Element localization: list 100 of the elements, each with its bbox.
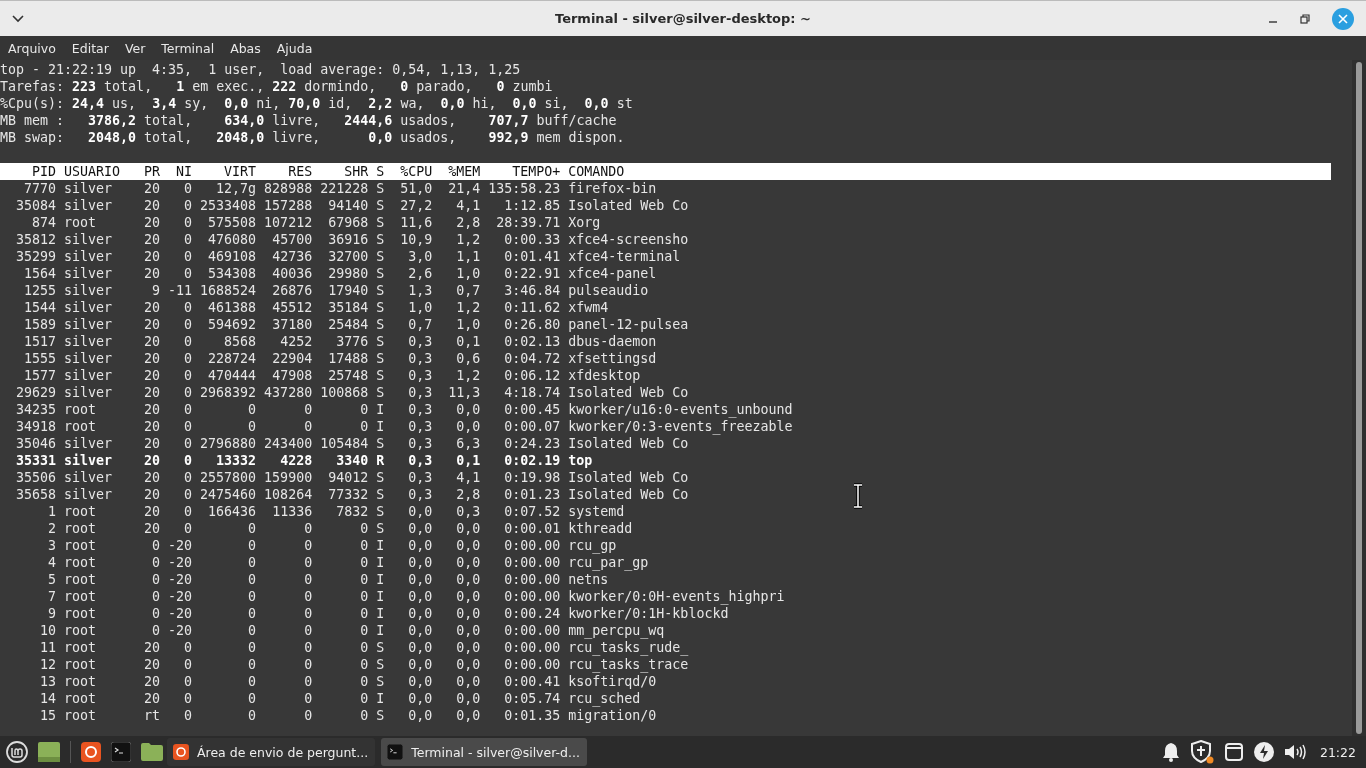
table-cell-text: 3 [47, 537, 57, 554]
table-cell-text: 0,0 [407, 588, 433, 605]
table-cell-text: 2,8 [455, 214, 481, 231]
table-cell-text: 0 [183, 248, 193, 265]
table-cell: xfdesktop [568, 367, 641, 384]
table-cell-text: 0,0 [455, 520, 481, 537]
table-cell-text: S [375, 673, 385, 690]
table-cell-text: 0,3 [407, 435, 433, 452]
table-cell-text: S [375, 214, 385, 231]
table-cell-text: root [64, 571, 98, 588]
terminal-icon[interactable] [111, 742, 131, 762]
summary-line: MB mem : 3786,2 total, 634,0 livre, 2444,6 usados, 707,7 buff/cache [0, 112, 617, 129]
restore-icon[interactable] [1300, 13, 1310, 24]
table-cell-text: 17488 [327, 350, 369, 367]
table-cell-text: 20 [143, 367, 161, 384]
table-cell-text: 0 [303, 707, 313, 724]
menu-item[interactable]: Ajuda [276, 40, 313, 56]
table-cell-text: 0 [303, 418, 313, 435]
table-cell-text: 1,2 [455, 299, 481, 316]
table-cell-text: 11,6 [399, 214, 433, 231]
table-cell-text: 243400 [263, 435, 313, 452]
folder-icon[interactable] [141, 743, 163, 761]
table-cell-text: S [375, 367, 385, 384]
table-cell-text: root [64, 690, 98, 707]
table-cell-text: 0:07.52 [503, 503, 561, 520]
table-cell: panel-12-pulsea [568, 316, 689, 333]
menu-item[interactable]: Editar [71, 40, 109, 56]
shield-icon[interactable] [1189, 740, 1214, 764]
table-cell-text: 0 [183, 469, 193, 486]
table-cell-text: 0:00.41 [503, 673, 561, 690]
menu-item[interactable]: Terminal [161, 40, 215, 56]
table-cell: migration/0 [568, 707, 657, 724]
table-cell-text: 0 [303, 656, 313, 673]
summary-line: top - 21:22:19 up 4:35, 1 user, load average: 0,54, 1,13, 1,25 [0, 61, 521, 78]
table-cell-text: 874 [31, 214, 57, 231]
table-cell-text: 0 [151, 571, 161, 588]
table-cell-text: 0,0 [407, 656, 433, 673]
table-cell-text: 4:18.74 [503, 384, 561, 401]
table-cell-text: -20 [167, 571, 193, 588]
table-cell-text: 0:00.33 [503, 231, 561, 248]
menu-item[interactable]: Arquivo [8, 40, 56, 56]
table-cell-text: 594692 [207, 316, 257, 333]
table-cell-text: 1,0 [455, 316, 481, 333]
table-cell-text: 0 [183, 418, 193, 435]
taskbar-window-button[interactable]: Área de envio de pergunt... [167, 738, 376, 766]
browser-icon[interactable] [81, 742, 101, 762]
table-cell-text: root [64, 214, 98, 231]
table-cell-text: 20 [143, 248, 161, 265]
table-cell: pulseaudio [568, 282, 649, 299]
table-cell-text: S [375, 503, 385, 520]
clock[interactable]: 21:22 [1319, 744, 1356, 760]
scrollbar-thumb[interactable] [1356, 62, 1362, 734]
table-cell-text: S [375, 282, 385, 299]
table-cell: top [568, 452, 593, 469]
table-cell-text: 2968392 [199, 384, 257, 401]
mint-logo-icon[interactable] [6, 741, 28, 763]
table-cell-text: 20 [143, 418, 161, 435]
table-cell-text: 1255 [23, 282, 57, 299]
table-cell-text: 0 [359, 401, 369, 418]
column-header: RES [287, 163, 313, 180]
table-cell-text: 94012 [327, 469, 369, 486]
table-cell-text: 0 [247, 690, 257, 707]
table-cell: Isolated Web Co [568, 384, 689, 401]
table-cell: mm_percpu_wq [568, 622, 665, 639]
table-cell-text: 1544 [23, 299, 57, 316]
menu-item[interactable]: Ver [124, 40, 146, 56]
table-cell-text: 0,0 [407, 605, 433, 622]
lightning-icon[interactable] [1253, 742, 1274, 762]
table-cell-text: 7770 [23, 180, 57, 197]
window-title: Terminal - silver@silver-desktop: ~ [555, 11, 811, 26]
table-cell-text: 1,3 [407, 282, 433, 299]
table-cell-text: 20 [143, 231, 161, 248]
taskbar-window-button[interactable]: Terminal - silver@silver-d... [381, 738, 587, 766]
table-cell-text: 0:00.00 [503, 656, 561, 673]
summary-line: MB swap: 2048,0 total, 2048,0 livre, 0,0 usados, 992,9 mem dispon. [0, 129, 625, 146]
terminal-icon [387, 744, 404, 760]
table-cell-text: 0 [183, 639, 193, 656]
scrollbar[interactable] [1352, 60, 1366, 736]
chevron-down-icon[interactable] [11, 14, 25, 23]
table-cell-text: root [64, 520, 98, 537]
bell-icon[interactable] [1161, 742, 1180, 762]
table-cell-text: 2,8 [455, 486, 481, 503]
table-cell-text: 0 [359, 673, 369, 690]
table-cell: systemd [568, 503, 625, 520]
table-cell-text: I [375, 554, 385, 571]
table-cell-text: 20 [143, 333, 161, 350]
menu-item[interactable]: Abas [230, 40, 261, 56]
table-cell-text: 13332 [215, 452, 257, 469]
table-cell-text: 0 [359, 605, 369, 622]
table-cell-text: silver [64, 486, 114, 503]
table-cell: xfce4-panel [568, 265, 657, 282]
table-cell-text: 0 [183, 435, 193, 452]
table-cell-text: 0 [303, 690, 313, 707]
close-icon[interactable] [1332, 7, 1354, 30]
table-cell-text: 0 [183, 690, 193, 707]
volume-icon[interactable] [1283, 743, 1306, 761]
table-cell-text: 1,0 [407, 299, 433, 316]
window-icon[interactable] [1223, 742, 1244, 762]
table-cell-text: 0 [183, 333, 193, 350]
table-cell-text: 0,3 [407, 452, 433, 469]
